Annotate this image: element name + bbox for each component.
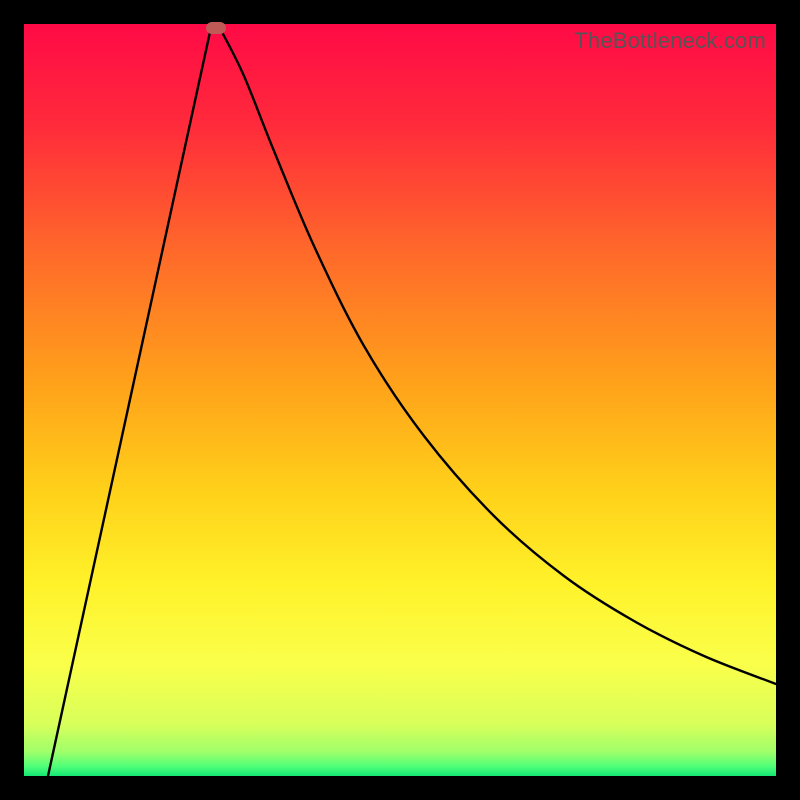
gradient-fill — [24, 24, 776, 776]
chart-plot — [24, 24, 776, 776]
min-marker — [206, 22, 226, 34]
chart-frame: TheBottleneck.com — [24, 24, 776, 776]
watermark: TheBottleneck.com — [574, 28, 766, 54]
